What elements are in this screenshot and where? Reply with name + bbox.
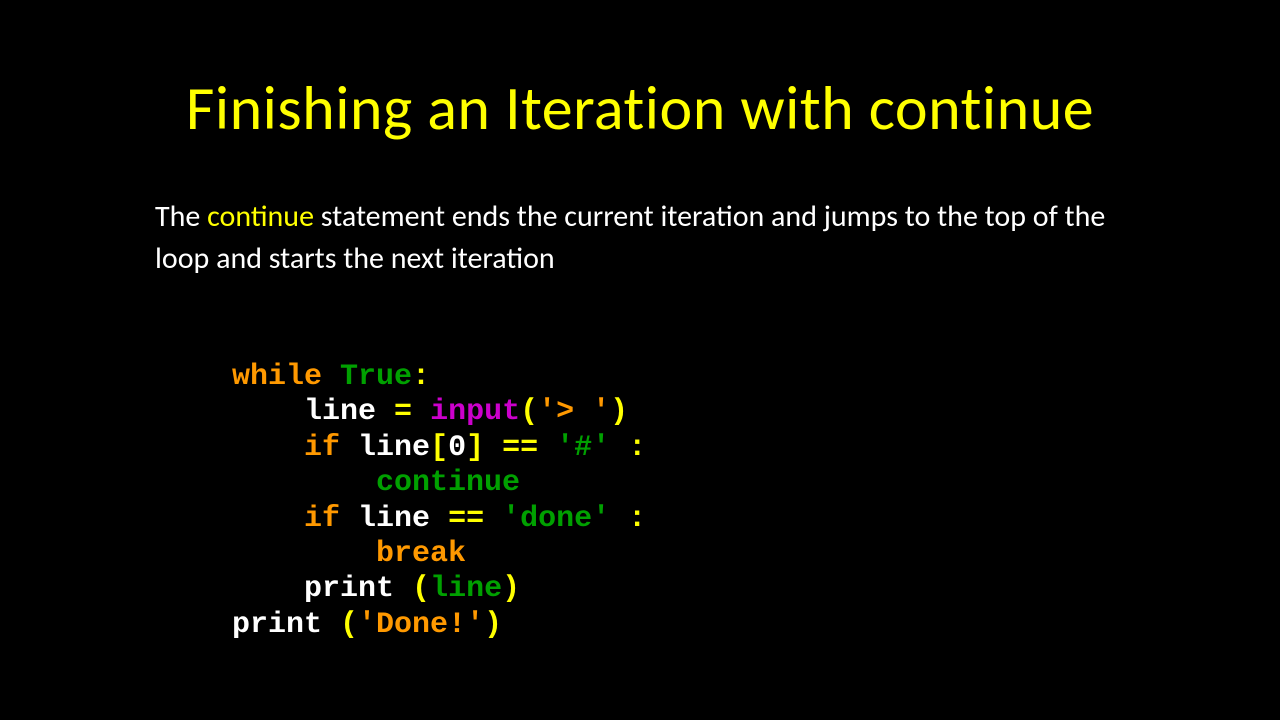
- code-block: while True: line = input('> ') if line[0…: [232, 360, 1280, 643]
- var-line: line: [304, 395, 376, 429]
- code-line-4: continue: [232, 466, 520, 500]
- fn-print: print: [232, 608, 322, 642]
- kw-if: if: [304, 431, 340, 465]
- fn-print: print: [304, 572, 394, 606]
- code-line-5: if line == 'done' :: [232, 502, 646, 536]
- slide: Finishing an Iteration with continue The…: [0, 0, 1280, 720]
- code-line-8: print ('Done!'): [232, 608, 502, 642]
- body-keyword: continue: [207, 198, 314, 235]
- str-done: 'done': [502, 502, 610, 536]
- literal-true: True: [340, 360, 412, 394]
- code-line-7: print (line): [232, 572, 520, 606]
- kw-while: while: [232, 360, 322, 394]
- code-line-3: if line[0] == '#' :: [232, 431, 646, 465]
- slide-body: The continue statement ends the current …: [155, 196, 1125, 280]
- code-line-6: break: [232, 537, 466, 571]
- body-pre: The: [155, 198, 207, 235]
- slide-title: Finishing an Iteration with continue: [0, 0, 1280, 146]
- str-done-bang: 'Done!': [358, 608, 484, 642]
- code-line-1: while True:: [232, 360, 430, 394]
- str-hash: '#': [556, 431, 610, 465]
- code-line-2: line = input('> '): [232, 395, 628, 429]
- fn-input: input: [430, 395, 520, 429]
- kw-break: break: [376, 537, 466, 571]
- kw-continue: continue: [376, 466, 520, 500]
- str-prompt: '> ': [538, 395, 610, 429]
- kw-if: if: [304, 502, 340, 536]
